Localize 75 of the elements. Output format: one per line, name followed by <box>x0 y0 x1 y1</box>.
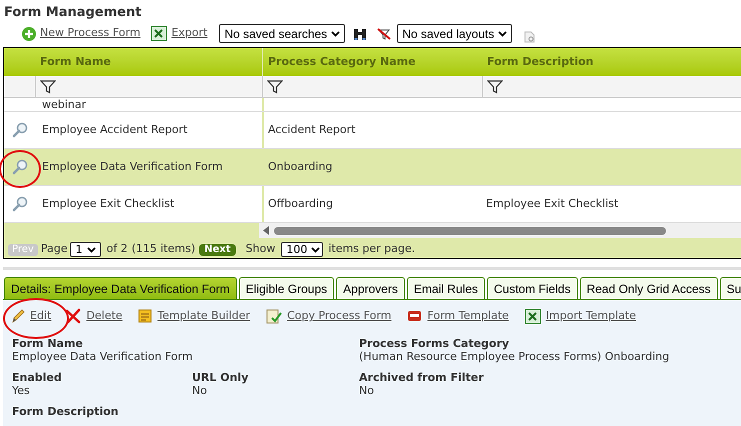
column-header[interactable]: Form Name <box>40 54 111 70</box>
field-label: Form Description <box>12 405 120 418</box>
tab[interactable]: Eligible Groups <box>238 277 334 299</box>
pdf-action-link[interactable]: Form Template <box>427 308 509 324</box>
field-value: No <box>192 384 208 397</box>
table-cell: webinar <box>42 98 86 111</box>
copy-action-link[interactable]: Copy Process Form <box>287 308 392 324</box>
filter-icon[interactable] <box>487 80 503 94</box>
annotation-circle <box>0 150 41 188</box>
spreadsheet-icon <box>151 26 168 41</box>
magnifier-icon[interactable] <box>12 196 28 212</box>
plus-icon <box>22 26 36 40</box>
saved-layouts-dropdown[interactable]: No saved layouts <box>397 24 512 43</box>
page-dropdown[interactable]: 1 <box>70 242 102 257</box>
tab[interactable]: Email Rules <box>406 277 485 299</box>
horizontal-scrollbar[interactable] <box>259 223 741 238</box>
delete-action-link[interactable]: Delete <box>86 308 122 324</box>
field-value: Yes <box>12 384 31 397</box>
builder-action-link[interactable]: Template Builder <box>157 308 250 324</box>
table-cell-text: Employee Data Verification Form <box>42 158 223 175</box>
table-cell-text: Employee Exit Checklist <box>42 196 174 212</box>
field-label: Archived from Filter <box>359 371 485 384</box>
annotation-circle <box>3 298 69 339</box>
show-label: Show <box>246 241 276 258</box>
caret-icon <box>87 246 96 252</box>
caret-icon <box>498 30 508 36</box>
per-page-label: items per page. <box>328 241 416 258</box>
field-value: No <box>359 384 375 397</box>
table-row[interactable]: Employee Accident Report Accident Report <box>4 112 741 149</box>
scroll-left-arrow-icon[interactable] <box>262 226 270 235</box>
field-label: Form Name <box>12 337 84 350</box>
export-link[interactable]: Export <box>171 25 208 42</box>
pencil-icon <box>11 309 25 324</box>
cross-icon <box>65 308 82 324</box>
field-value: (Human Resource Employee Process Forms) Onboarding <box>359 350 670 363</box>
table-row[interactable]: Employee Data Verification Form Onboarding <box>4 149 741 186</box>
page-label: Page <box>40 241 68 258</box>
next-button[interactable]: Next <box>199 244 236 256</box>
tab[interactable]: Su <box>720 277 741 299</box>
document-icon[interactable] <box>524 30 536 42</box>
tab[interactable]: Read Only Grid Access <box>580 277 718 299</box>
new-process-form-link[interactable]: New Process Form <box>40 25 140 42</box>
column-header[interactable]: Form Description <box>487 54 594 70</box>
clear-filter-icon[interactable] <box>377 26 392 40</box>
column-header[interactable]: Process Category Name <box>268 54 416 70</box>
field-label: Enabled <box>12 371 63 384</box>
table-row[interactable]: Employee Exit Checklist Offboarding Employee Exit Checklist <box>4 186 741 223</box>
filter-icon[interactable] <box>267 80 283 94</box>
pdf-file-icon <box>407 310 422 322</box>
table-cell-text: Offboarding <box>268 196 334 212</box>
binoculars-icon[interactable] <box>353 26 368 40</box>
caret-icon <box>331 30 340 36</box>
tab[interactable]: Custom Fields <box>486 277 578 299</box>
filter-icon[interactable] <box>40 80 56 94</box>
notepad-icon <box>138 309 152 324</box>
saved-searches-dropdown[interactable]: No saved searches <box>219 24 346 43</box>
edit-action-link[interactable]: Edit <box>30 308 52 324</box>
caret-icon <box>311 246 320 252</box>
page-title: Form Management <box>4 4 142 22</box>
table-cell-text: Accident Report <box>268 122 356 138</box>
page-count: of 2 <box>106 241 128 258</box>
table-cell-text: Employee Exit Checklist <box>486 196 618 212</box>
table-cell-text: Onboarding <box>268 158 332 175</box>
field-label: URL Only <box>192 371 250 384</box>
document-check-icon <box>266 308 282 324</box>
field-label: Process Forms Category <box>359 337 510 350</box>
tab[interactable]: Approvers <box>336 277 405 299</box>
tab[interactable]: Details: Employee Data Verification Form <box>4 277 237 299</box>
magnifier-icon[interactable] <box>12 122 28 138</box>
spreadsheet-icon <box>524 308 541 324</box>
field-value: Employee Data Verification Form <box>12 350 194 363</box>
item-count: (115 items) <box>132 241 196 258</box>
excel-action-link[interactable]: Import Template <box>546 308 636 324</box>
per-page-dropdown[interactable]: 100 <box>281 242 324 257</box>
table-cell-text: Employee Accident Report <box>42 122 188 138</box>
